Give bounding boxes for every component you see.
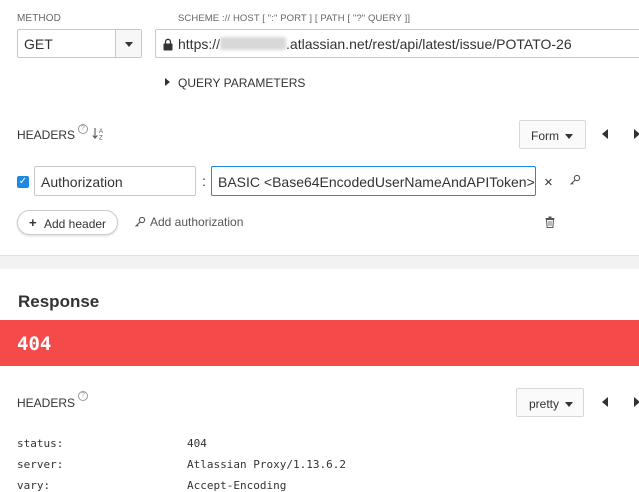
method-label: METHOD <box>17 13 61 24</box>
key-icon[interactable] <box>569 174 581 186</box>
response-view-value: pretty <box>529 397 560 411</box>
method-select[interactable]: GET <box>17 29 142 58</box>
response-header-value: 404 <box>187 437 207 450</box>
add-header-label: Add header <box>44 217 107 231</box>
url-value: https:// .atlassian.net/rest/api/latest/i… <box>178 36 572 52</box>
response-header-key: server: <box>17 458 64 471</box>
method-value: GET <box>24 36 53 52</box>
url-path: .atlassian.net/rest/api/latest/issue/POT… <box>286 36 572 52</box>
triangle-right-icon[interactable] <box>634 397 639 407</box>
close-icon[interactable]: × <box>544 174 553 191</box>
chevron-down-icon <box>565 402 573 407</box>
method-dropdown-button[interactable] <box>115 30 141 57</box>
add-header-button[interactable]: + Add header <box>17 210 118 235</box>
help-circle-icon[interactable]: ? <box>78 391 88 401</box>
svg-text:Z: Z <box>99 136 103 141</box>
caret-right-icon[interactable] <box>165 78 170 86</box>
response-header-value: Accept-Encoding <box>187 479 287 492</box>
response-view-dropdown[interactable]: pretty <box>516 388 584 417</box>
status-bar <box>0 320 639 366</box>
header-separator: : <box>202 173 206 189</box>
plus-icon: + <box>29 215 37 230</box>
chevron-down-icon <box>125 42 133 47</box>
svg-text:A: A <box>99 129 103 135</box>
triangle-left-icon[interactable] <box>602 397 608 407</box>
header-enabled-checkbox[interactable]: ✓ <box>17 176 29 188</box>
help-circle-icon[interactable]: ? <box>78 124 88 134</box>
response-header-key: vary: <box>17 479 51 492</box>
response-header-value: Atlassian Proxy/1.13.6.2 <box>187 458 346 471</box>
chevron-down-icon <box>565 134 573 139</box>
header-name-input[interactable]: Authorization <box>34 166 196 196</box>
headers-view-value: Form <box>531 129 559 143</box>
status-code: 404 <box>17 333 52 355</box>
query-parameters-toggle[interactable]: QUERY PARAMETERS <box>178 76 305 90</box>
lock-icon <box>163 38 173 51</box>
triangle-right-icon[interactable] <box>634 129 639 139</box>
header-value-input[interactable]: BASIC <Base64EncodedUserNameAndAPIToken> <box>211 166 536 196</box>
response-title: Response <box>18 292 100 311</box>
trash-icon[interactable] <box>545 216 555 228</box>
key-icon <box>135 216 146 227</box>
sort-alpha-icon[interactable]: A Z <box>92 127 105 140</box>
response-header-key: status: <box>17 437 64 450</box>
section-separator <box>0 255 639 269</box>
request-headers-title: HEADERS <box>17 128 76 142</box>
triangle-left-icon[interactable] <box>602 129 608 139</box>
url-scheme: https:// <box>178 36 221 52</box>
url-redacted-host <box>220 37 287 50</box>
response-headers-title: HEADERS <box>17 396 76 410</box>
headers-view-dropdown[interactable]: Form <box>519 120 586 149</box>
url-input[interactable]: https:// .atlassian.net/rest/api/latest/i… <box>155 29 639 58</box>
add-authorization-button[interactable]: Add authorization <box>150 215 243 229</box>
url-label: SCHEME :// HOST [ ":" PORT ] [ PATH [ "?… <box>178 13 411 24</box>
